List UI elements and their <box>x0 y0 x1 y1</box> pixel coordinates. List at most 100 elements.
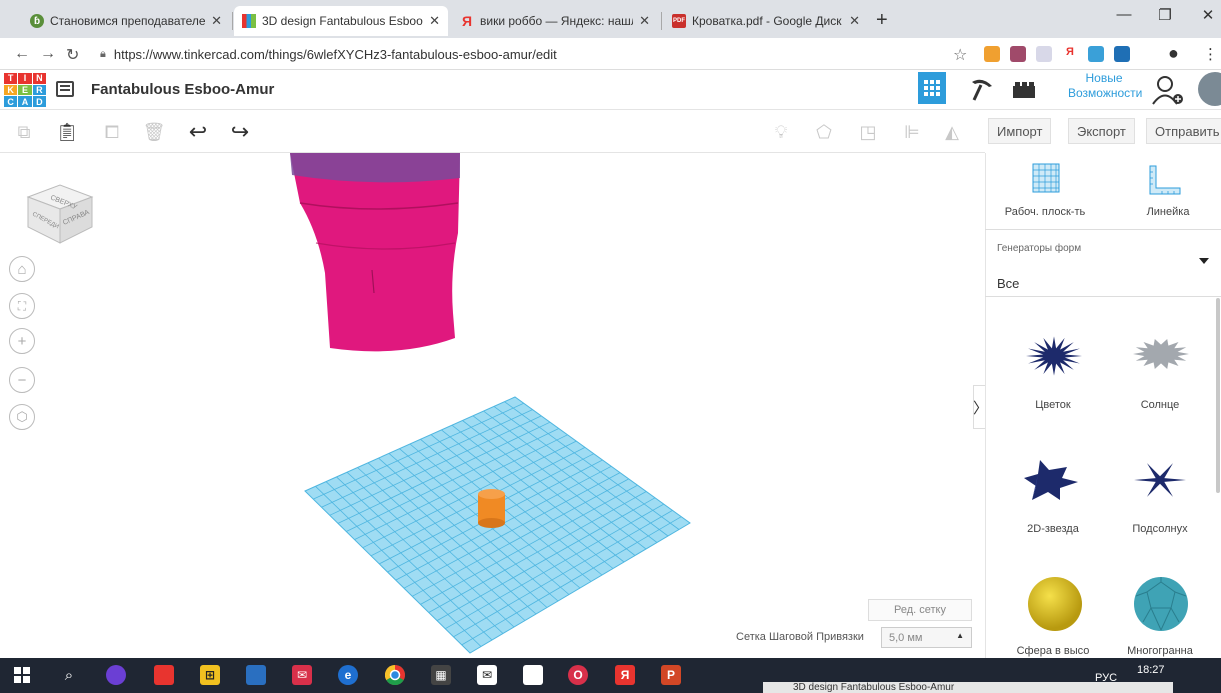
ruler-tool-label[interactable]: Линейка <box>1128 206 1208 218</box>
restore-icon[interactable]: ❐ <box>1145 6 1185 24</box>
reload-icon[interactable]: ↻ <box>66 45 79 65</box>
mail-app-icon[interactable]: ✉︎ <box>477 665 497 685</box>
store-icon[interactable]: ⊞ <box>200 665 220 685</box>
shape-generators-dropdown[interactable]: Генераторы форм Все <box>985 229 1221 297</box>
shape-label[interactable]: Многогранна <box>1110 645 1210 657</box>
browser-tab-0[interactable]: ɓ Становимся преподавателем р ✕ <box>22 6 230 36</box>
home-view-button[interactable]: ⌂ <box>9 256 35 282</box>
logo-letter: E <box>18 84 32 96</box>
sphere-shape-icon[interactable] <box>1026 574 1086 634</box>
edge-icon[interactable]: e <box>338 665 358 685</box>
tinkercad-logo[interactable]: T I N K E R C A D <box>4 73 46 107</box>
browser-tab-1[interactable]: 3D design Fantabulous Esboo-A ✕ <box>234 6 448 36</box>
new-tab-button[interactable]: + <box>876 9 888 32</box>
copy-icon[interactable]: ⧉ <box>12 120 36 144</box>
lightbulb-icon[interactable]: 💡︎ <box>769 120 793 144</box>
import-button[interactable]: Импорт <box>988 118 1052 144</box>
snap-grid-label: Сетка Шаговой Привязки <box>736 631 864 643</box>
profile-icon[interactable]: ● <box>1168 43 1179 64</box>
close-window-icon[interactable]: ✕ <box>1188 6 1221 24</box>
sunflower-shape-icon[interactable] <box>1130 458 1190 502</box>
tab-divider <box>661 12 662 30</box>
polyhedron-shape-icon[interactable] <box>1131 574 1191 634</box>
undo-icon[interactable]: ↩︎ <box>186 119 210 144</box>
close-tab-icon[interactable]: ✕ <box>849 13 860 29</box>
app-icon[interactable] <box>154 665 174 685</box>
export-button[interactable]: Экспорт <box>1068 118 1135 144</box>
extension-icon[interactable] <box>984 46 1000 62</box>
browser-tab-2[interactable]: Я вики роббо — Яндекс: нашлос ✕ <box>452 6 658 36</box>
shape-label[interactable]: Подсолнух <box>1110 523 1210 535</box>
yandex-favicon: Я <box>461 13 473 29</box>
fit-view-button[interactable]: ⛶ <box>9 293 35 319</box>
close-tab-icon[interactable]: ✕ <box>429 13 440 29</box>
scene-canvas[interactable] <box>0 153 985 658</box>
mirror-icon[interactable]: ◭ <box>940 120 964 144</box>
extension-icon[interactable] <box>1088 46 1104 62</box>
extension-icon[interactable] <box>1010 46 1026 62</box>
perspective-button[interactable]: ⬡ <box>9 404 35 430</box>
shape-label[interactable]: Сфера в высо <box>1003 645 1103 657</box>
close-tab-icon[interactable]: ✕ <box>639 13 650 29</box>
edit-grid-button[interactable]: Ред. сетку <box>868 599 972 621</box>
app-icon[interactable] <box>246 665 266 685</box>
powerpoint-icon[interactable]: P <box>661 665 681 685</box>
workplane-tool-icon[interactable] <box>1031 162 1061 194</box>
new-features-link[interactable]: Новые Возможности <box>1068 71 1142 101</box>
opera-icon[interactable]: O <box>568 665 588 685</box>
bookmark-star-icon[interactable]: ☆ <box>953 45 967 65</box>
bricks-icon[interactable] <box>1008 78 1040 102</box>
browser-tab-3[interactable]: PDF Кроватка.pdf - Google Диск ✕ <box>664 6 868 36</box>
shape-label[interactable]: Цветок <box>1003 399 1103 411</box>
taskbar-preview[interactable]: 3D design Fantabulous Esboo-Amur <box>763 682 1173 693</box>
magenta-shape[interactable] <box>290 153 460 352</box>
mail-icon[interactable]: ✉︎ <box>292 665 312 685</box>
back-icon[interactable]: ← <box>14 45 30 63</box>
sun-shape-icon[interactable] <box>1128 334 1194 378</box>
redo-icon[interactable]: ↪︎ <box>228 119 252 144</box>
ruler-tool-icon[interactable] <box>1148 164 1184 196</box>
group-icon[interactable]: ⬠ <box>812 120 836 144</box>
chrome-icon[interactable] <box>385 665 405 685</box>
3d-view-button[interactable] <box>918 72 946 104</box>
extension-icon[interactable] <box>1114 46 1130 62</box>
snap-grid-select[interactable]: 5,0 мм ▲ <box>881 627 972 648</box>
minimize-icon[interactable]: — <box>1104 6 1144 23</box>
close-tab-icon[interactable]: ✕ <box>211 13 222 29</box>
shape-label[interactable]: Солнце <box>1110 399 1210 411</box>
send-to-button[interactable]: Отправить <box>1146 118 1221 144</box>
ungroup-icon[interactable]: ◳ <box>856 120 880 144</box>
yandex-extension-icon[interactable]: Я <box>1062 46 1078 62</box>
alice-icon[interactable] <box>106 665 126 685</box>
delete-icon[interactable]: 🗑︎ <box>142 120 166 144</box>
design-title[interactable]: Fantabulous Esboo-Amur <box>91 81 274 98</box>
url-field[interactable]: 🔒︎ https://www.tinkercad.com/things/6wle… <box>100 43 950 65</box>
star-2d-shape-icon[interactable] <box>1022 458 1082 502</box>
calculator-icon[interactable]: ▦ <box>431 665 451 685</box>
yandex-browser-icon[interactable]: Я <box>615 665 635 685</box>
search-icon[interactable]: ⌕ <box>59 665 79 685</box>
align-icon[interactable]: ⊫ <box>900 120 924 144</box>
orange-cylinder[interactable] <box>478 489 505 528</box>
windows-start-icon[interactable] <box>12 665 32 685</box>
paste-icon[interactable]: 📋︎ <box>55 120 79 144</box>
logo-letter: N <box>32 73 46 84</box>
document-icon[interactable] <box>523 665 543 685</box>
extension-icon[interactable] <box>1036 46 1052 62</box>
blocks-pickaxe-icon[interactable] <box>966 78 998 102</box>
duplicate-icon[interactable]: ⧠ <box>100 120 124 144</box>
zoom-out-button[interactable]: − <box>9 367 35 393</box>
panel-scrollbar[interactable] <box>1216 298 1220 493</box>
design-list-icon[interactable] <box>56 81 74 97</box>
shape-label[interactable]: 2D-звезда <box>1003 523 1103 535</box>
flower-shape-icon[interactable] <box>1021 334 1087 378</box>
tab-title: вики роббо — Яндекс: нашлос <box>480 14 633 28</box>
workplane-tool-label[interactable]: Рабоч. плоск-ть <box>1000 206 1090 218</box>
view-cube[interactable]: СВЕРХУ СПЕРЕДИ СПРАВА <box>24 175 96 245</box>
zoom-in-button[interactable]: + <box>9 328 35 354</box>
browser-menu-icon[interactable]: ⋮ <box>1203 45 1218 63</box>
add-user-icon[interactable] <box>1148 76 1188 105</box>
forward-icon[interactable]: → <box>40 45 56 63</box>
logo-letter: A <box>18 96 32 107</box>
clock-time[interactable]: 18:27 <box>1137 664 1165 676</box>
